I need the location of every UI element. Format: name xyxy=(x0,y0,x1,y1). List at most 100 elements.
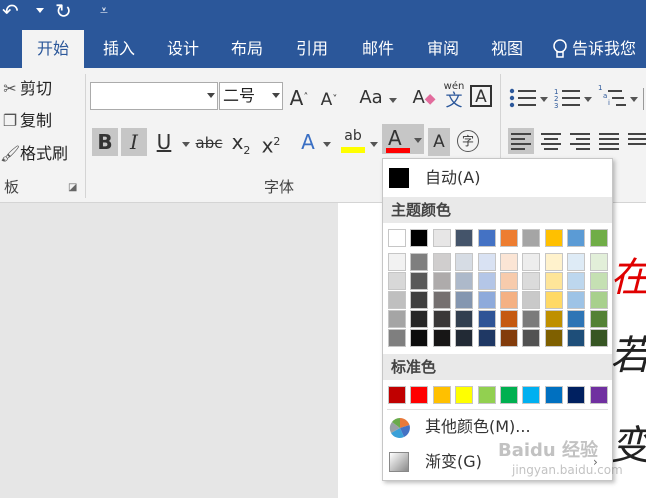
theme-shade-swatch[interactable] xyxy=(522,253,541,271)
theme-shade-swatch[interactable] xyxy=(410,329,429,347)
superscript-button[interactable]: x2 xyxy=(260,128,282,160)
undo-icon[interactable]: ↶ xyxy=(2,0,19,22)
tab-home[interactable]: 开始 xyxy=(22,30,84,68)
theme-shade-swatch[interactable] xyxy=(388,253,406,271)
change-case-dropdown-arrow[interactable] xyxy=(389,98,397,103)
strikethrough-button[interactable]: abc xyxy=(194,129,224,157)
theme-color-swatch[interactable] xyxy=(455,229,474,247)
text-effects-dropdown-arrow[interactable] xyxy=(323,142,331,147)
theme-shade-swatch[interactable] xyxy=(410,272,429,290)
theme-shade-swatch[interactable] xyxy=(522,272,541,290)
character-shading-button[interactable]: A xyxy=(428,128,450,156)
customize-qat-icon[interactable]: ⩡ xyxy=(100,0,108,22)
theme-shade-swatch[interactable] xyxy=(477,329,496,347)
enclose-characters-button[interactable]: 字 xyxy=(457,130,479,152)
theme-shade-swatch[interactable] xyxy=(432,291,451,309)
theme-shade-swatch[interactable] xyxy=(589,272,608,290)
standard-color-swatch[interactable] xyxy=(500,386,518,404)
justify-button[interactable] xyxy=(599,133,619,150)
numbering-icon[interactable]: 1 2 3 xyxy=(554,88,580,110)
standard-color-swatch[interactable] xyxy=(544,386,563,404)
automatic-color-item[interactable]: 自动(A) xyxy=(383,163,612,193)
clear-formatting-button[interactable]: A◆ xyxy=(411,84,437,113)
tab-insert[interactable]: 插入 xyxy=(88,30,150,68)
theme-shade-swatch[interactable] xyxy=(544,253,563,271)
redo-icon[interactable]: ↻ xyxy=(55,0,72,22)
theme-shade-swatch[interactable] xyxy=(455,310,474,328)
theme-shade-swatch[interactable] xyxy=(500,310,518,328)
theme-color-swatch[interactable] xyxy=(432,229,451,247)
font-name-dropdown-arrow[interactable] xyxy=(207,93,215,98)
change-case-button[interactable]: Aa xyxy=(356,84,386,112)
theme-shade-swatch[interactable] xyxy=(432,329,451,347)
multilevel-list-icon[interactable] xyxy=(608,90,626,106)
align-right-button[interactable] xyxy=(570,133,590,150)
tab-view[interactable]: 视图 xyxy=(476,30,538,68)
theme-shade-swatch[interactable] xyxy=(388,329,406,347)
font-name-combo[interactable] xyxy=(90,82,218,110)
theme-shade-swatch[interactable] xyxy=(589,310,608,328)
tab-design[interactable]: 设计 xyxy=(152,30,214,68)
theme-shade-swatch[interactable] xyxy=(432,310,451,328)
distributed-button[interactable] xyxy=(628,133,646,145)
theme-shade-swatch[interactable] xyxy=(455,291,474,309)
italic-button[interactable]: I xyxy=(121,128,147,156)
tab-references[interactable]: 引用 xyxy=(280,30,344,68)
theme-shade-swatch[interactable] xyxy=(477,272,496,290)
theme-color-swatch[interactable] xyxy=(500,229,518,247)
align-left-button[interactable] xyxy=(508,128,534,154)
theme-shade-swatch[interactable] xyxy=(522,329,541,347)
theme-shade-swatch[interactable] xyxy=(544,329,563,347)
copy-button[interactable]: ❐ 复制 xyxy=(0,108,52,134)
tab-mailings[interactable]: 邮件 xyxy=(346,30,410,68)
standard-color-swatch[interactable] xyxy=(432,386,451,404)
theme-shade-swatch[interactable] xyxy=(455,272,474,290)
theme-color-swatch[interactable] xyxy=(589,229,608,247)
theme-shade-swatch[interactable] xyxy=(388,272,406,290)
format-painter-button[interactable]: 🖌格式刷 xyxy=(0,141,68,167)
theme-color-swatch[interactable] xyxy=(410,229,429,247)
standard-color-swatch[interactable] xyxy=(589,386,608,404)
font-color-button[interactable]: A xyxy=(382,124,424,154)
tab-review[interactable]: 审阅 xyxy=(412,30,474,68)
theme-color-swatch[interactable] xyxy=(388,229,406,247)
theme-shade-swatch[interactable] xyxy=(544,310,563,328)
theme-shade-swatch[interactable] xyxy=(410,291,429,309)
theme-color-swatch[interactable] xyxy=(477,229,496,247)
font-color-dropdown-arrow[interactable] xyxy=(414,138,422,143)
theme-shade-swatch[interactable] xyxy=(500,329,518,347)
character-border-button[interactable]: A xyxy=(470,85,492,107)
cut-button[interactable]: ✂ 剪切 xyxy=(0,76,52,102)
theme-shade-swatch[interactable] xyxy=(589,329,608,347)
tab-layout[interactable]: 布局 xyxy=(216,30,278,68)
theme-shade-swatch[interactable] xyxy=(477,253,496,271)
phonetic-guide-button[interactable]: wén 文 xyxy=(443,80,465,110)
underline-dropdown-arrow[interactable] xyxy=(182,142,190,147)
theme-shade-swatch[interactable] xyxy=(500,272,518,290)
theme-shade-swatch[interactable] xyxy=(544,291,563,309)
text-effects-button[interactable]: A xyxy=(297,128,319,156)
standard-color-swatch[interactable] xyxy=(455,386,474,404)
theme-shade-swatch[interactable] xyxy=(500,291,518,309)
highlight-dropdown-arrow[interactable] xyxy=(370,142,378,147)
tell-me-box[interactable]: 告诉我您 xyxy=(552,30,646,68)
shrink-font-button[interactable]: A˅ xyxy=(318,86,340,114)
bullets-icon[interactable] xyxy=(509,88,536,108)
standard-color-swatch[interactable] xyxy=(522,386,541,404)
font-size-dropdown-arrow[interactable] xyxy=(272,93,280,98)
theme-shade-swatch[interactable] xyxy=(410,253,429,271)
theme-shade-swatch[interactable] xyxy=(410,310,429,328)
standard-color-swatch[interactable] xyxy=(567,386,586,404)
bold-button[interactable]: B xyxy=(92,128,118,156)
undo-dropdown-arrow[interactable] xyxy=(36,8,44,13)
theme-shade-swatch[interactable] xyxy=(567,329,586,347)
theme-shade-swatch[interactable] xyxy=(477,291,496,309)
theme-shade-swatch[interactable] xyxy=(432,272,451,290)
grow-font-button[interactable]: A˄ xyxy=(288,84,310,112)
theme-shade-swatch[interactable] xyxy=(567,272,586,290)
theme-shade-swatch[interactable] xyxy=(589,291,608,309)
theme-shade-swatch[interactable] xyxy=(567,291,586,309)
clipboard-launcher-icon[interactable]: ◪ xyxy=(68,182,77,193)
standard-color-swatch[interactable] xyxy=(477,386,496,404)
theme-shade-swatch[interactable] xyxy=(455,253,474,271)
